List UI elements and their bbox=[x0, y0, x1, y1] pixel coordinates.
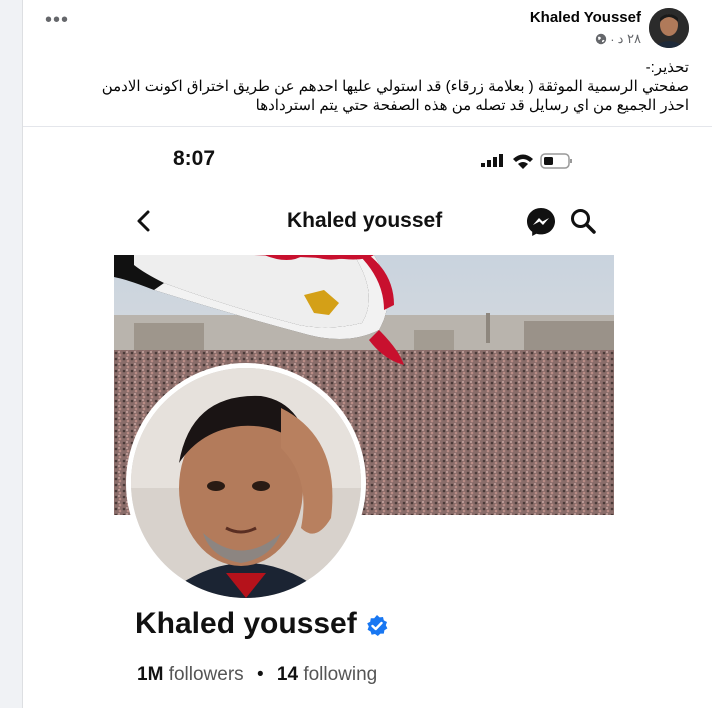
post-text: تحذير:- صفحتي الرسمية الموثقة ( بعلامة ز… bbox=[39, 58, 689, 115]
post-time[interactable]: ٢٨ د bbox=[618, 31, 641, 47]
followers-count: 1M bbox=[137, 664, 164, 685]
more-options-icon[interactable]: ••• bbox=[45, 10, 69, 30]
post-text-line: تحذير:- bbox=[645, 59, 689, 76]
separator-dot: · bbox=[610, 31, 615, 47]
following-count: 14 bbox=[276, 664, 299, 685]
signal-wifi-battery-icon bbox=[481, 153, 572, 169]
back-chevron-icon[interactable] bbox=[135, 209, 153, 238]
author-avatar[interactable] bbox=[649, 8, 689, 48]
author-name[interactable]: Khaled Youssef bbox=[530, 9, 641, 26]
status-bar-time: 8:07 bbox=[173, 147, 216, 170]
verified-badge-icon bbox=[365, 612, 389, 636]
followers-label[interactable]: followers bbox=[169, 664, 244, 685]
nav-title: Khaled youssef bbox=[287, 209, 443, 232]
stats-separator: • bbox=[256, 664, 264, 685]
post-header: Khaled Youssef · ٢٨ د ••• bbox=[23, 0, 712, 60]
follow-stats: 1M followers • 14 following bbox=[137, 664, 377, 686]
profile-picture[interactable] bbox=[126, 363, 366, 603]
globe-icon bbox=[595, 33, 607, 45]
post-text-line: صفحتي الرسمية الموثقة ( بعلامة زرقاء) قد… bbox=[101, 78, 689, 95]
search-icon[interactable] bbox=[569, 207, 597, 240]
facebook-post: Khaled Youssef · ٢٨ د ••• تحذير:- صفحتي … bbox=[22, 0, 712, 708]
profile-name: Khaled youssef bbox=[135, 607, 389, 641]
messenger-icon[interactable] bbox=[525, 206, 557, 243]
following-label[interactable]: following bbox=[303, 664, 377, 685]
profile-name-text: Khaled youssef bbox=[135, 607, 357, 640]
status-bar-icons bbox=[479, 151, 579, 176]
post-text-line: احذر الجميع من اي رسايل قد تصله من هذه ا… bbox=[255, 97, 689, 114]
post-image[interactable]: 8:07 Khaled youssef Khaled youssef 1M fo… bbox=[23, 126, 712, 708]
post-meta: · ٢٨ د bbox=[595, 31, 641, 47]
